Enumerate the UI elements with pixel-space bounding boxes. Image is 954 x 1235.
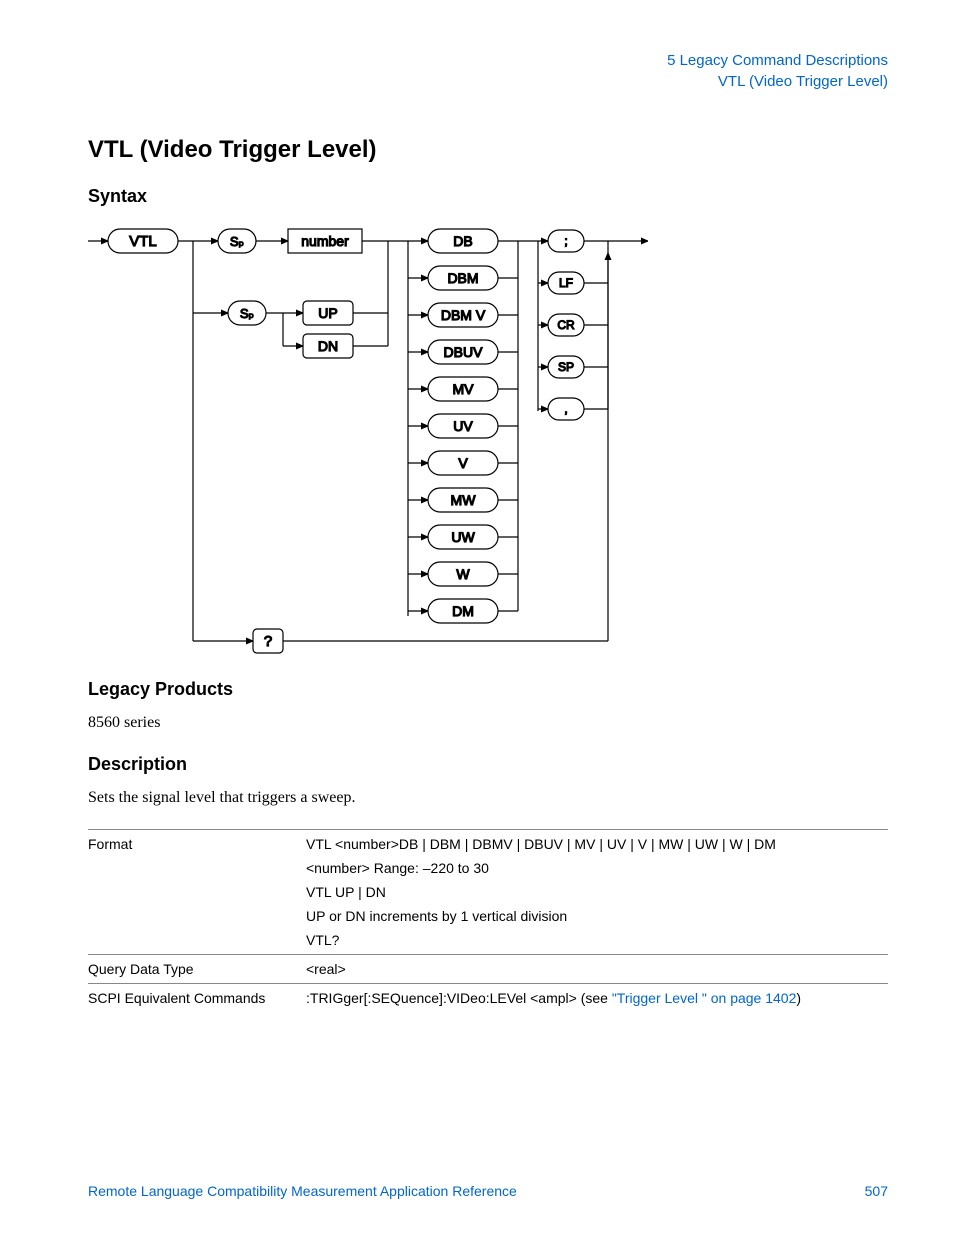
diagram-terminator: CR bbox=[557, 318, 575, 332]
diagram-unit: DB bbox=[453, 233, 472, 249]
diagram-terminator: , bbox=[564, 402, 567, 416]
diagram-start: VTL bbox=[129, 233, 157, 250]
table-row: Format VTL <number>DB | DBM | DBMV | DBU… bbox=[88, 830, 888, 955]
table-value-format: VTL <number>DB | DBM | DBMV | DBUV | MV … bbox=[306, 830, 888, 955]
legacy-products-text: 8560 series bbox=[88, 714, 888, 732]
diagram-unit: MW bbox=[451, 492, 477, 508]
page-header: 5 Legacy Command Descriptions VTL (Video… bbox=[88, 50, 888, 92]
syntax-heading: Syntax bbox=[88, 186, 888, 207]
table-row: SCPI Equivalent Commands :TRIGger[:SEQue… bbox=[88, 984, 888, 1013]
table-value-querytype: <real> bbox=[306, 955, 888, 984]
diagram-unit: UV bbox=[453, 418, 473, 434]
header-section: VTL (Video Trigger Level) bbox=[88, 71, 888, 92]
diagram-terminator: LF bbox=[559, 276, 573, 290]
description-heading: Description bbox=[88, 754, 888, 775]
footer-page-number: 507 bbox=[865, 1183, 888, 1199]
page-title: VTL (Video Trigger Level) bbox=[88, 136, 888, 164]
header-chapter: 5 Legacy Command Descriptions bbox=[88, 50, 888, 71]
diagram-unit: DM bbox=[452, 603, 474, 619]
table-label-scpi: SCPI Equivalent Commands bbox=[88, 984, 306, 1013]
spec-table: Format VTL <number>DB | DBM | DBMV | DBU… bbox=[88, 829, 888, 1012]
table-row: Query Data Type <real> bbox=[88, 955, 888, 984]
table-label-format: Format bbox=[88, 830, 306, 955]
diagram-terminator: ; bbox=[564, 234, 567, 248]
diagram-unit: UW bbox=[451, 529, 475, 545]
diagram-dn: DN bbox=[318, 338, 338, 354]
legacy-products-heading: Legacy Products bbox=[88, 679, 888, 700]
diagram-unit: W bbox=[456, 566, 470, 582]
syntax-diagram: VTL Sₚ number DB DBM DBM V DBUV MV UV V MW UW W DM… bbox=[88, 221, 648, 661]
diagram-unit: MV bbox=[453, 381, 475, 397]
diagram-sp2: Sₚ bbox=[240, 306, 254, 321]
diagram-unit: DBM V bbox=[441, 307, 486, 323]
diagram-unit: DBUV bbox=[444, 344, 484, 360]
diagram-unit: DBM bbox=[447, 270, 478, 286]
scpi-link[interactable]: "Trigger Level " on page 1402 bbox=[612, 990, 797, 1006]
table-label-querytype: Query Data Type bbox=[88, 955, 306, 984]
diagram-terminator: SP bbox=[558, 360, 574, 374]
footer-doc-title: Remote Language Compatibility Measuremen… bbox=[88, 1183, 517, 1199]
table-value-scpi: :TRIGger[:SEQuence]:VIDeo:LEVel <ampl> (… bbox=[306, 984, 888, 1013]
diagram-number: number bbox=[301, 233, 349, 249]
page-footer: Remote Language Compatibility Measuremen… bbox=[88, 1183, 888, 1199]
description-text: Sets the signal level that triggers a sw… bbox=[88, 789, 888, 807]
diagram-up: UP bbox=[318, 305, 337, 321]
diagram-unit: V bbox=[458, 455, 468, 471]
diagram-query: ? bbox=[264, 633, 272, 650]
diagram-sp1: Sₚ bbox=[230, 234, 244, 249]
